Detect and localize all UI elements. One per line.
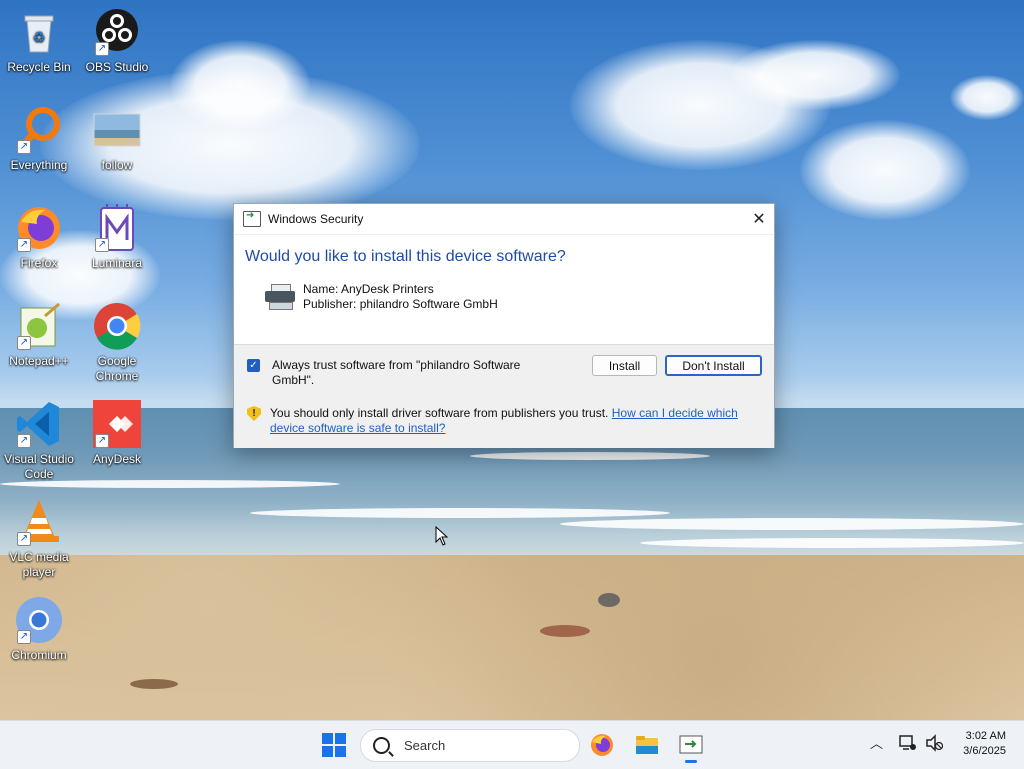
desktop-icon-label: Notepad++ [9, 354, 69, 368]
taskbar-windows-security-icon[interactable] [679, 733, 703, 763]
close-icon: ✕ [752, 211, 766, 228]
wave [640, 538, 1024, 548]
desktop-icon-label: Everything [10, 158, 68, 172]
shortcut-arrow-icon: ↗ [95, 42, 109, 56]
windows-security-icon [243, 210, 261, 227]
checkmark-icon: ✓ [249, 360, 258, 371]
desktop-icon-follow[interactable]: follow [79, 106, 155, 173]
clock-date: 3/6/2025 [963, 745, 1006, 757]
close-button[interactable]: ✕ [744, 204, 774, 234]
desktop-icon-visual-studio-code[interactable]: ↗ Visual Studio Code [1, 400, 77, 482]
always-trust-checkbox[interactable]: ✓ [247, 359, 260, 372]
desktop-icon-firefox[interactable]: ↗ Firefox [1, 204, 77, 271]
svg-text:♻: ♻ [33, 29, 46, 45]
desktop-icon-chromium[interactable]: ↗ Chromium [1, 596, 77, 663]
dont-install-button[interactable]: Don't Install [665, 355, 762, 376]
recycle-bin-icon: ♻ [15, 8, 63, 56]
printer-icon [265, 284, 295, 310]
image-file-icon [93, 106, 141, 154]
shortcut-arrow-icon: ↗ [17, 238, 31, 252]
taskbar: Search ︿ 3:02 AM 3/6/2025 [0, 720, 1024, 769]
clock-time: 3:02 AM [965, 730, 1006, 742]
cloud [950, 75, 1024, 120]
desktop-icon-label: Google Chrome [95, 354, 139, 383]
windows-security-dialog: Windows Security ✕ Would you like to ins… [233, 203, 775, 448]
desktop-icon-label: AnyDesk [92, 452, 142, 466]
notepad-plus-plus-icon: ↗ [15, 302, 63, 350]
shortcut-arrow-icon: ↗ [17, 532, 31, 546]
shortcut-arrow-icon: ↗ [95, 238, 109, 252]
warning-text: You should only install driver software … [270, 406, 609, 420]
shortcut-arrow-icon: ↗ [95, 434, 109, 448]
device-info: Name: AnyDesk Printers Publisher: philan… [265, 282, 774, 312]
active-app-indicator [685, 760, 697, 763]
dialog-titlebar[interactable]: Windows Security ✕ [234, 204, 774, 235]
shortcut-arrow-icon: ↗ [17, 630, 31, 644]
cloud [170, 40, 310, 130]
shortcut-arrow-icon: ↗ [17, 140, 31, 154]
desktop-icon-vlc[interactable]: ↗ VLC media player [1, 498, 77, 580]
anydesk-icon: ↗ [93, 400, 141, 448]
warning-shield-icon: ! [247, 406, 261, 421]
always-trust-label[interactable]: Always trust software from "philandro So… [272, 358, 542, 388]
vscode-icon: ↗ [15, 400, 63, 448]
dialog-title: Windows Security [268, 212, 364, 226]
device-name: Name: AnyDesk Printers [303, 282, 434, 296]
cloud [730, 40, 900, 110]
firefox-icon: ↗ [15, 204, 63, 252]
obs-studio-icon: ↗ [93, 8, 141, 56]
shortcut-arrow-icon: ↗ [17, 434, 31, 448]
chrome-icon [93, 302, 141, 350]
dialog-heading: Would you like to install this device so… [245, 248, 566, 265]
volume-muted-icon[interactable] [925, 734, 944, 755]
install-button[interactable]: Install [592, 355, 657, 376]
desktop-icon-label: VLC media player [9, 550, 69, 579]
everything-search-icon: ↗ [15, 106, 63, 154]
shortcut-arrow-icon: ↗ [17, 336, 31, 350]
desktop-icon-label: Recycle Bin [7, 60, 71, 74]
chevron-up-icon: ︿ [870, 736, 884, 751]
desktop-icon-notepad-plus-plus[interactable]: ↗ Notepad++ [1, 302, 77, 369]
desktop-icon-everything[interactable]: ↗ Everything [1, 106, 77, 173]
taskbar-firefox-icon[interactable] [590, 733, 614, 757]
search-placeholder: Search [404, 738, 446, 753]
desktop-icon-obs-studio[interactable]: ↗ OBS Studio [79, 8, 155, 75]
desktop-icon-label: Chromium [11, 648, 67, 662]
search-icon [373, 737, 390, 754]
show-hidden-icons-button[interactable]: ︿ [870, 733, 883, 752]
luminara-icon: ↗ [93, 204, 141, 252]
taskbar-search-box[interactable]: Search [360, 729, 580, 762]
warning-message: ! You should only install driver softwar… [247, 406, 760, 436]
desktop-icon-anydesk[interactable]: ↗ AnyDesk [79, 400, 155, 467]
wave [560, 518, 1024, 530]
desktop-icon-luminara[interactable]: ↗ Luminara [79, 204, 155, 271]
vlc-icon: ↗ [15, 498, 63, 546]
mouse-cursor-icon [435, 526, 449, 546]
desktop-icon-label: OBS Studio [85, 60, 149, 74]
dialog-footer: ✓ Always trust software from "philandro … [234, 344, 774, 448]
chromium-icon: ↗ [15, 596, 63, 644]
desktop-icon-google-chrome[interactable]: Google Chrome [79, 302, 155, 384]
cloud [800, 120, 970, 220]
network-icon[interactable] [898, 734, 916, 755]
trust-option: ✓ Always trust software from "philandro … [247, 358, 542, 388]
wave [250, 508, 670, 518]
taskbar-file-explorer-icon[interactable] [635, 733, 659, 757]
driftwood [130, 679, 178, 689]
desktop-icon-label: follow [101, 158, 133, 172]
desktop-icon-label: Luminara [91, 256, 143, 270]
wave [470, 452, 710, 460]
device-publisher: Publisher: philandro Software GmbH [303, 297, 498, 311]
desktop-icon-label: Visual Studio Code [4, 452, 74, 481]
beach-sand [0, 555, 1024, 720]
desktop-icon-recycle-bin[interactable]: ♻ Recycle Bin [1, 8, 77, 75]
shell [540, 625, 590, 637]
start-button[interactable] [322, 733, 346, 757]
system-clock[interactable]: 3:02 AM 3/6/2025 [963, 729, 1006, 759]
desktop-icon-label: Firefox [20, 256, 58, 270]
rock [598, 593, 620, 607]
